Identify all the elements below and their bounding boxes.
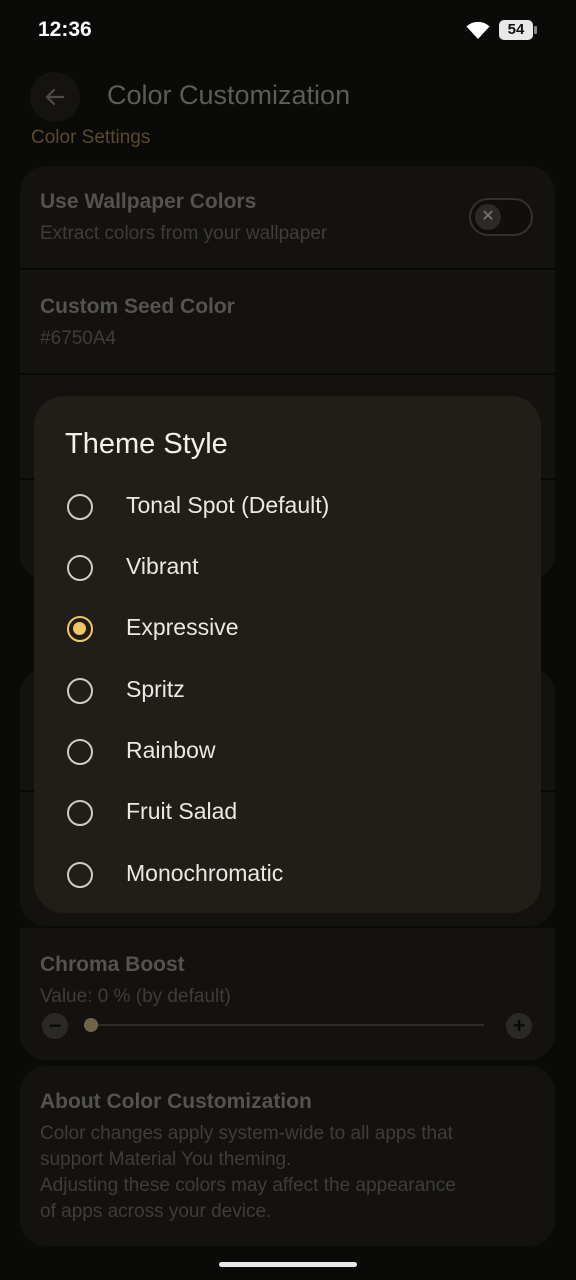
option-fruit-salad[interactable]: Fruit Salad bbox=[34, 782, 541, 843]
chroma-boost-value: Value: 0 % (by default) bbox=[40, 986, 231, 1007]
increase-button[interactable]: + bbox=[506, 1013, 532, 1039]
divider bbox=[20, 373, 555, 375]
option-label: Fruit Salad bbox=[126, 798, 238, 824]
gesture-nav-bar[interactable] bbox=[219, 1262, 357, 1267]
battery-level: 54 bbox=[499, 20, 533, 40]
status-bar: 12:36 54 bbox=[0, 0, 576, 60]
theme-style-dialog: Theme Style Tonal Spot (Default) Vibrant… bbox=[34, 396, 541, 913]
seed-color-title: Custom Seed Color bbox=[40, 295, 235, 318]
option-expressive[interactable]: Expressive bbox=[34, 598, 541, 659]
option-label: Rainbow bbox=[126, 737, 216, 763]
option-spritz[interactable]: Spritz bbox=[34, 660, 541, 721]
close-icon: ✕ bbox=[475, 204, 501, 230]
about-title: About Color Customization bbox=[40, 1090, 312, 1113]
dialog-title: Theme Style bbox=[65, 428, 228, 460]
decrease-button[interactable]: − bbox=[42, 1013, 68, 1039]
chroma-slider-thumb[interactable] bbox=[84, 1018, 98, 1032]
option-label: Tonal Spot (Default) bbox=[126, 492, 330, 518]
use-wallpaper-subtitle: Extract colors from your wallpaper bbox=[40, 223, 328, 244]
use-wallpaper-toggle[interactable]: ✕ bbox=[469, 198, 533, 236]
option-label: Monochromatic bbox=[126, 860, 284, 886]
page-title: Color Customization bbox=[107, 80, 351, 110]
radio-icon[interactable] bbox=[67, 862, 93, 888]
use-wallpaper-title: Use Wallpaper Colors bbox=[40, 190, 257, 213]
seed-color-value: #6750A4 bbox=[40, 328, 117, 349]
chroma-boost-title: Chroma Boost bbox=[40, 953, 185, 976]
option-label: Spritz bbox=[126, 676, 185, 702]
radio-selected-icon[interactable] bbox=[67, 616, 93, 642]
chroma-slider-track[interactable] bbox=[91, 1024, 484, 1026]
radio-icon[interactable] bbox=[67, 555, 93, 581]
option-monochromatic[interactable]: Monochromatic bbox=[34, 844, 541, 905]
about-line: support Material You theming. bbox=[40, 1149, 292, 1170]
option-label: Vibrant bbox=[126, 553, 199, 579]
divider bbox=[20, 268, 555, 270]
option-vibrant[interactable]: Vibrant bbox=[34, 537, 541, 598]
status-time: 12:36 bbox=[38, 18, 92, 41]
option-label: Expressive bbox=[126, 614, 239, 640]
option-tonal-spot[interactable]: Tonal Spot (Default) bbox=[34, 476, 541, 537]
section-label: Color Settings bbox=[31, 127, 151, 148]
about-line: of apps across your device. bbox=[40, 1201, 272, 1222]
radio-icon[interactable] bbox=[67, 494, 93, 520]
radio-icon[interactable] bbox=[67, 739, 93, 765]
about-line: Adjusting these colors may affect the ap… bbox=[40, 1175, 456, 1196]
back-button[interactable] bbox=[30, 72, 80, 122]
arrow-back-icon bbox=[45, 88, 65, 106]
battery-icon: 54 bbox=[499, 20, 539, 40]
radio-icon[interactable] bbox=[67, 678, 93, 704]
option-rainbow[interactable]: Rainbow bbox=[34, 721, 541, 782]
about-line: Color changes apply system-wide to all a… bbox=[40, 1123, 453, 1144]
radio-icon[interactable] bbox=[67, 800, 93, 826]
wifi-icon bbox=[466, 21, 490, 39]
